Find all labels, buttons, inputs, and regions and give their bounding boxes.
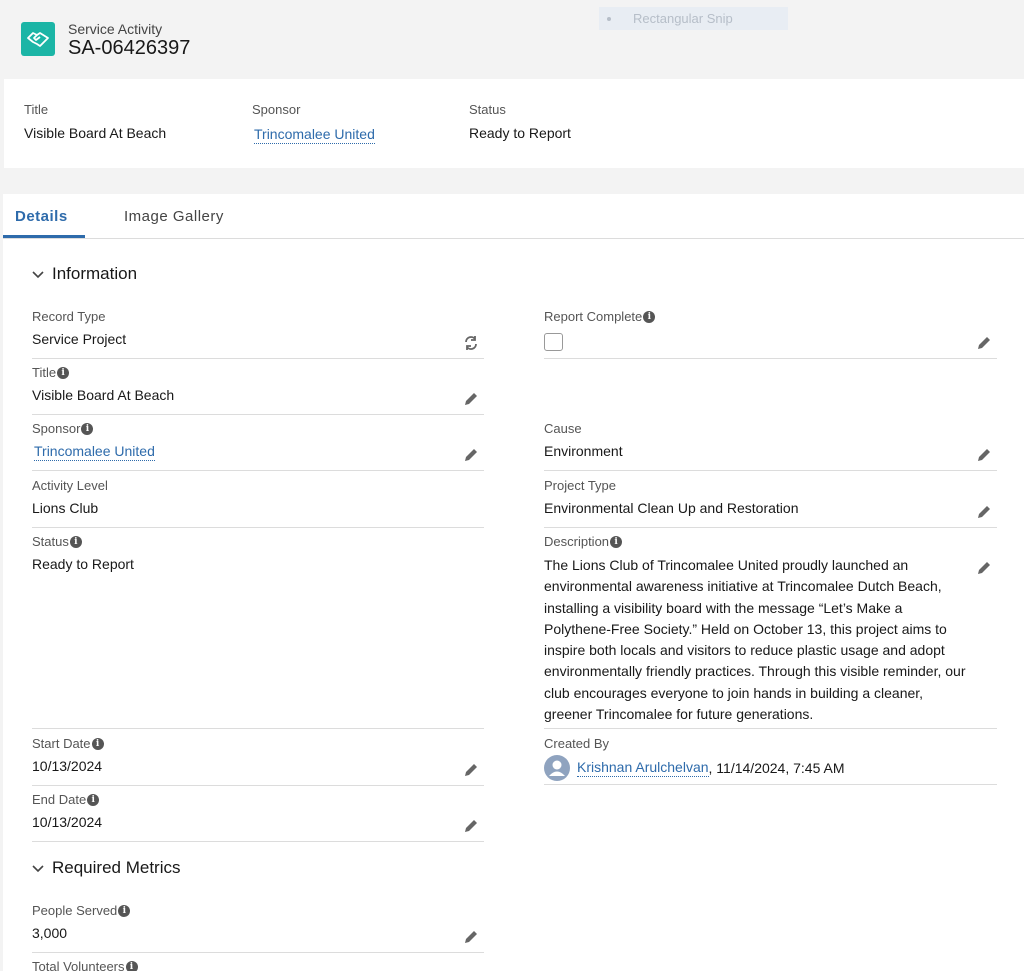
- field-people-served: People Served i 3,000: [32, 903, 484, 953]
- pencil-icon[interactable]: [976, 560, 992, 576]
- pencil-icon[interactable]: [463, 447, 479, 463]
- field-activity-level: Activity Level Lions Club: [32, 478, 484, 528]
- highlight-sponsor: Sponsor Trincomalee United: [252, 102, 375, 144]
- field-cause: Cause Environment: [544, 421, 997, 471]
- info-icon[interactable]: i: [125, 960, 138, 971]
- section-required-metrics[interactable]: Required Metrics: [32, 858, 181, 878]
- handshake-icon: [21, 22, 55, 56]
- change-record-type-icon[interactable]: [463, 335, 479, 351]
- field-value: 10/13/2024: [32, 814, 103, 830]
- info-icon[interactable]: i: [91, 737, 104, 750]
- field-label: Activity Level: [32, 478, 108, 493]
- field-label: Project Type: [544, 478, 617, 493]
- pencil-icon[interactable]: [463, 762, 479, 778]
- pencil-icon[interactable]: [976, 504, 992, 520]
- field-sponsor: Sponsor i Trincomalee United: [32, 421, 484, 471]
- info-icon[interactable]: i: [69, 535, 82, 548]
- field-label: Sponsor i: [32, 421, 94, 436]
- active-tab-indicator: [3, 235, 85, 238]
- info-icon[interactable]: i: [57, 366, 70, 379]
- avatar[interactable]: [544, 755, 570, 781]
- info-icon[interactable]: i: [643, 310, 656, 323]
- field-value: Lions Club: [32, 500, 99, 516]
- field-description: Description i The Lions Club of Trincomal…: [544, 534, 997, 729]
- field-label: Status i: [32, 534, 82, 549]
- field-value: Service Project: [32, 331, 127, 347]
- info-icon[interactable]: i: [118, 904, 131, 917]
- chevron-down-icon: [32, 267, 52, 282]
- pencil-icon[interactable]: [463, 391, 479, 407]
- object-label: Service Activity: [68, 21, 163, 37]
- highlight-label: Status: [469, 102, 506, 117]
- created-date: , 11/14/2024, 7:45 AM: [708, 760, 845, 776]
- highlight-value: Ready to Report: [469, 125, 571, 141]
- field-label: Cause: [544, 421, 582, 436]
- record-header: Service Activity SA-06426397 Rectangular…: [0, 0, 1024, 78]
- field-label: Total Volunteers i: [32, 959, 138, 971]
- field-report-complete: Report Complete i: [544, 309, 997, 359]
- highlight-title: Title Visible Board At Beach: [24, 102, 166, 141]
- field-label: Description i: [544, 534, 623, 549]
- field-project-type: Project Type Environmental Clean Up and …: [544, 478, 997, 528]
- field-label: Record Type: [32, 309, 106, 324]
- field-end-date: End Date i 10/13/2024: [32, 792, 484, 842]
- info-icon[interactable]: i: [610, 535, 623, 548]
- field-label: Start Date i: [32, 736, 104, 751]
- field-value: Ready to Report: [32, 556, 134, 572]
- field-value: Environment: [544, 443, 623, 459]
- field-value: 3,000: [32, 925, 68, 941]
- field-label: Created By: [544, 736, 610, 751]
- created-by-user-link[interactable]: Krishnan Arulchelvan: [577, 759, 709, 777]
- field-total-volunteers: Total Volunteers i: [32, 959, 484, 971]
- field-value: 10/13/2024: [32, 758, 103, 774]
- field-value: Environmental Clean Up and Restoration: [544, 500, 799, 516]
- highlight-status: Status Ready to Report: [469, 102, 571, 141]
- field-label: People Served i: [32, 903, 131, 918]
- report-complete-checkbox[interactable]: [544, 333, 563, 351]
- pencil-icon[interactable]: [463, 818, 479, 834]
- highlight-label: Title: [24, 102, 49, 117]
- details-card: Details Image Gallery Information Record…: [3, 194, 1024, 971]
- field-record-type: Record Type Service Project: [32, 309, 484, 359]
- section-title: Required Metrics: [52, 858, 181, 877]
- pencil-icon[interactable]: [463, 929, 479, 945]
- snip-overlay: Rectangular Snip: [599, 7, 788, 30]
- field-start-date: Start Date i 10/13/2024: [32, 736, 484, 786]
- field-value: Visible Board At Beach: [32, 387, 175, 403]
- sponsor-link[interactable]: Trincomalee United: [254, 126, 375, 144]
- tab-bar: Details Image Gallery: [3, 194, 1024, 239]
- highlights-panel: Title Visible Board At Beach Sponsor Tri…: [4, 79, 1024, 168]
- tab-details[interactable]: Details: [15, 208, 68, 225]
- field-label: End Date i: [32, 792, 100, 807]
- description-text: The Lions Club of Trincomalee United pro…: [544, 557, 966, 723]
- highlight-label: Sponsor: [252, 102, 301, 117]
- tab-image-gallery[interactable]: Image Gallery: [124, 208, 224, 225]
- record-name: SA-06426397: [68, 37, 191, 59]
- field-created-by: Created By Krishnan Arulchelvan , 11/14/…: [544, 736, 997, 785]
- field-title: Title i Visible Board At Beach: [32, 365, 484, 415]
- chevron-down-icon: [32, 861, 52, 876]
- info-icon[interactable]: i: [81, 422, 94, 435]
- section-information[interactable]: Information: [32, 264, 137, 284]
- highlight-value: Visible Board At Beach: [24, 125, 167, 141]
- pencil-icon[interactable]: [976, 335, 992, 351]
- sponsor-link[interactable]: Trincomalee United: [34, 443, 155, 461]
- field-label: Report Complete i: [544, 309, 656, 324]
- info-icon[interactable]: i: [87, 793, 100, 806]
- field-label: Title i: [32, 365, 70, 380]
- snip-label: Rectangular Snip: [633, 11, 733, 26]
- pencil-icon[interactable]: [976, 447, 992, 463]
- field-status: Status i Ready to Report: [32, 534, 484, 729]
- section-title: Information: [52, 264, 138, 283]
